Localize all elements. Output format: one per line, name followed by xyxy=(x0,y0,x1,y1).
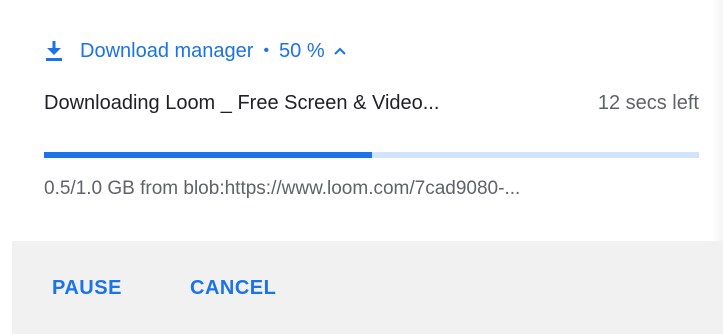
header-separator: • xyxy=(263,42,270,59)
download-notification: Download manager • 50 % Downloading Loom… xyxy=(0,0,723,334)
edge-shadow xyxy=(711,0,723,241)
cancel-button[interactable]: CANCEL xyxy=(190,277,276,300)
time-remaining: 12 secs left xyxy=(597,91,699,114)
notification-header[interactable]: Download manager • 50 % xyxy=(44,36,347,66)
notification-body[interactable]: Download manager • 50 % Downloading Loom… xyxy=(0,0,723,241)
chevron-up-icon[interactable] xyxy=(333,46,347,56)
download-detail: 0.5/1.0 GB from blob:https://www.loom.co… xyxy=(44,178,521,199)
download-icon xyxy=(46,41,62,61)
app-name: Download manager xyxy=(80,39,254,62)
progress-percent: 50 % xyxy=(279,39,325,62)
download-title-row: Downloading Loom _ Free Screen & Video..… xyxy=(44,88,699,118)
progress-bar-fill xyxy=(44,152,372,158)
pause-button[interactable]: PAUSE xyxy=(52,277,122,300)
progress-bar xyxy=(44,152,699,158)
download-filename: Downloading Loom _ Free Screen & Video..… xyxy=(44,91,440,114)
notification-actions: PAUSE CANCEL xyxy=(12,241,723,334)
